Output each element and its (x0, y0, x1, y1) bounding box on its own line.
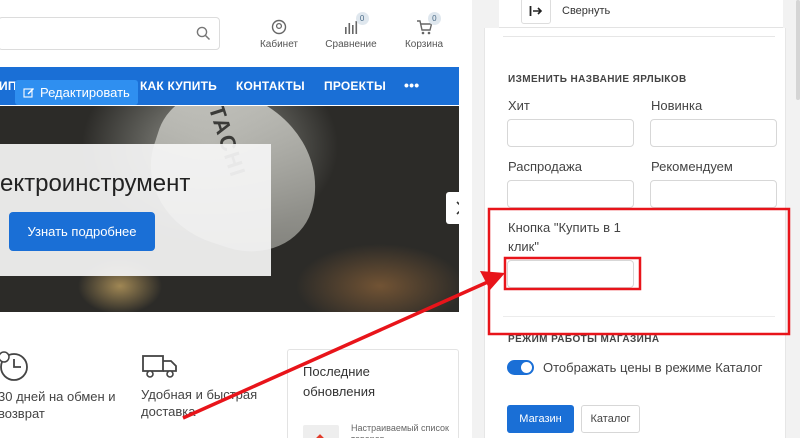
label-recommend: Рекомендуем (651, 159, 733, 174)
collapse-bar: Свернуть (499, 0, 783, 28)
update-thumbnail (303, 425, 339, 438)
site-preview: Кабинет 0 Сравнение 0 Корзина ИПА КАК КУ… (0, 0, 472, 438)
updates-title: Последние обновления (303, 364, 375, 399)
mode-shop-button[interactable]: Магазин (507, 405, 574, 433)
search-input[interactable] (0, 17, 220, 50)
settings-card: ИЗМЕНИТЬ НАЗВАНИЕ ЯРЛЫКОВ Хит Новинка Ра… (484, 28, 786, 438)
chevron-right-icon (456, 201, 459, 215)
search-icon[interactable] (196, 26, 211, 41)
collapse-button[interactable] (521, 0, 551, 24)
nav-item-projects[interactable]: ПРОЕКТЫ (324, 79, 386, 93)
mode-catalog-button[interactable]: Каталог (581, 405, 640, 433)
clock-icon (0, 351, 28, 381)
label-hit: Хит (508, 98, 530, 113)
settings-panel: Свернуть ИЗМЕНИТЬ НАЗВАНИЕ ЯРЛЫКОВ Хит Н… (482, 0, 800, 438)
learn-more-button[interactable]: Узнать подробнее (9, 212, 155, 251)
cart-link[interactable]: 0 Корзина (400, 12, 448, 50)
compare-label: Сравнение (325, 39, 377, 50)
nav-item-contacts[interactable]: КОНТАКТЫ (236, 79, 305, 93)
edit-icon (23, 87, 34, 98)
cabinet-label: Кабинет (259, 39, 299, 50)
label-sale: Распродажа (508, 159, 582, 174)
feature-delivery-text: Удобная и быстрая доставка (141, 387, 258, 419)
catalog-prices-toggle[interactable] (507, 360, 534, 375)
collapse-icon (529, 6, 543, 16)
hero-caption-panel (0, 144, 271, 276)
store-mode-title: РЕЖИМ РАБОТЫ МАГАЗИНА (508, 334, 660, 345)
panel-scrollbar[interactable] (796, 0, 800, 100)
feature-return-text: 30 дней на обмен и возврат (0, 389, 116, 421)
compare-count-badge: 0 (355, 12, 369, 25)
recommend-label-input[interactable] (650, 180, 777, 208)
compare-link[interactable]: 0 Сравнение (322, 12, 380, 50)
nav-item-how-to-buy[interactable]: КАК КУПИТЬ (140, 79, 217, 93)
edit-button-label: Редактировать (40, 85, 130, 100)
hero-headline: ектроинструмент (0, 170, 191, 197)
catalog-prices-label: Отображать цены в режиме Каталог (543, 360, 763, 375)
cabinet-link[interactable]: Кабинет (257, 18, 301, 50)
one-click-label-input[interactable] (507, 260, 634, 288)
hit-label-input[interactable] (507, 119, 634, 147)
cart-label: Корзина (404, 39, 444, 50)
feature-delivery: Удобная и быстрая доставка (141, 352, 276, 420)
feature-return: 30 дней на обмен и возврат (0, 350, 128, 422)
hero-banner: НITACHI ектроинструмент Узнать подробнее (0, 106, 459, 312)
truck-icon (142, 355, 177, 378)
cart-count-badge: 0 (427, 12, 441, 25)
sale-label-input[interactable] (507, 180, 634, 208)
user-icon (271, 19, 287, 35)
labels-section-title: ИЗМЕНИТЬ НАЗВАНИЕ ЯРЛЫКОВ (508, 74, 687, 85)
update-item-text[interactable]: Настраиваемый список товаров (351, 423, 451, 438)
collapse-label[interactable]: Свернуть (562, 5, 610, 17)
new-label-input[interactable] (650, 119, 777, 147)
label-one-click: Кнопка "Купить в 1 клик" (508, 220, 621, 254)
edit-button[interactable]: Редактировать (15, 80, 138, 105)
latest-updates-card[interactable]: Последние обновления Настраиваемый списо… (287, 349, 459, 438)
panel-divider (472, 0, 482, 438)
slider-next-button[interactable] (446, 192, 459, 224)
nav-more-button[interactable]: ••• (404, 77, 419, 93)
label-new: Новинка (651, 98, 703, 113)
section-divider (503, 316, 775, 317)
